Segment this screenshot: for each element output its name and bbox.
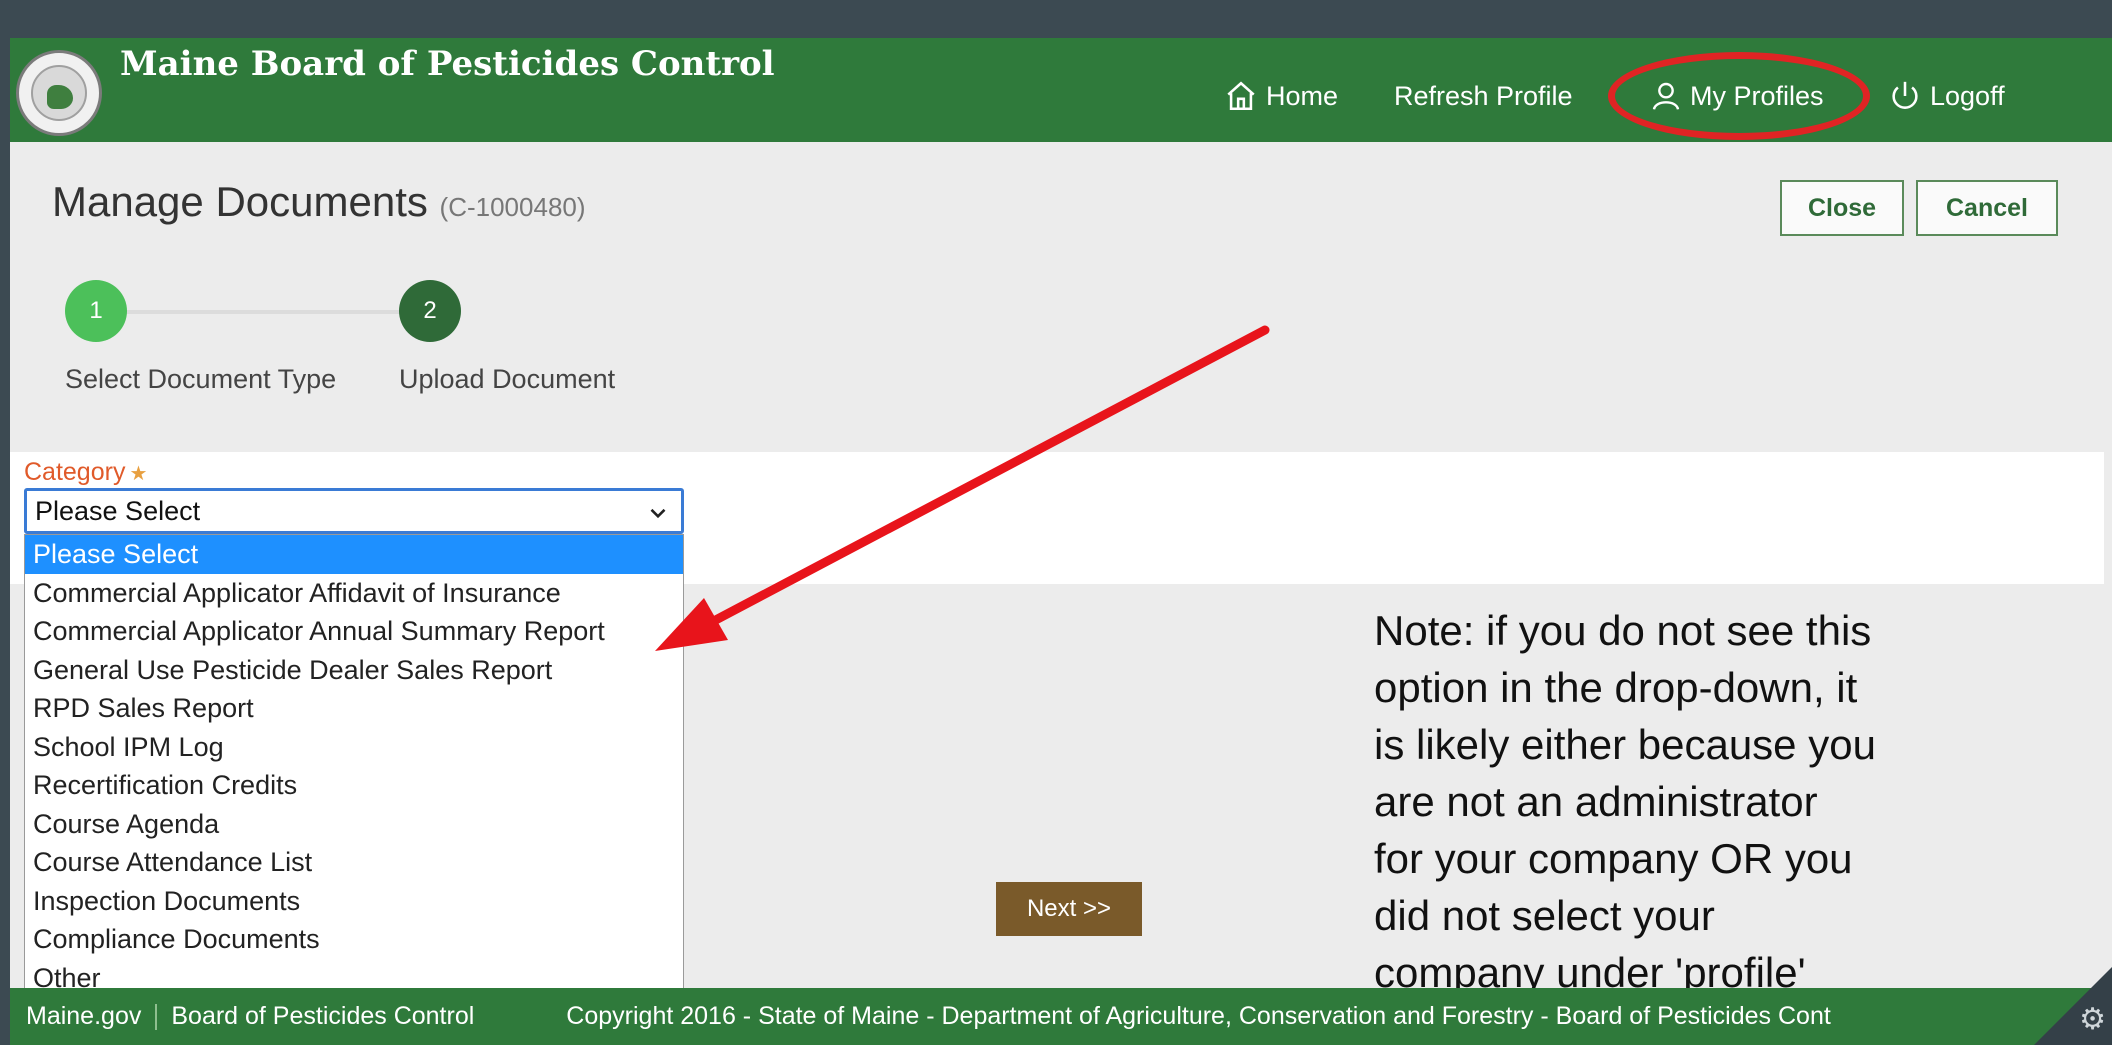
page-title: Manage Documents (C-1000480) (52, 178, 586, 226)
annotation-note: Note: if you do not see this option in t… (1374, 602, 1954, 1001)
footer-link-bpc[interactable]: Board of Pesticides Control (171, 1002, 474, 1030)
dropdown-option[interactable]: General Use Pesticide Dealer Sales Repor… (25, 651, 683, 690)
seal-map-icon (47, 85, 73, 109)
step-1-circle: 1 (65, 280, 127, 342)
page-title-text: Manage Documents (52, 178, 428, 225)
step-1-label: Select Document Type (65, 364, 337, 394)
category-select[interactable]: Please Select (24, 488, 684, 534)
dropdown-option[interactable]: Commercial Applicator Affidavit of Insur… (25, 574, 683, 613)
site-title: Maine Board of Pesticides Control (120, 44, 775, 84)
annotation-circle-my-profiles (1608, 52, 1870, 140)
category-select-value: Please Select (35, 496, 201, 526)
note-line: are not an administrator (1374, 778, 1818, 825)
step-2-label: Upload Document (399, 364, 616, 394)
step-connector (110, 310, 410, 314)
dropdown-option[interactable]: Inspection Documents (25, 882, 683, 921)
category-label: Category ★ (24, 458, 147, 487)
nav-home-label: Home (1266, 81, 1339, 111)
dropdown-option[interactable]: School IPM Log (25, 728, 683, 767)
site-header: Maine Board of Pesticides Control Home R… (10, 38, 2112, 142)
close-button[interactable]: Close (1780, 180, 1904, 236)
cancel-button[interactable]: Cancel (1916, 180, 2058, 236)
category-label-text: Category (24, 458, 126, 486)
next-button[interactable]: Next >> (996, 882, 1142, 936)
power-icon (1892, 81, 1918, 109)
footer-link-maine-gov[interactable]: Maine.gov (26, 1002, 141, 1030)
home-icon (1227, 81, 1255, 111)
required-star-icon: ★ (129, 463, 148, 485)
note-line: Note: if you do not see this (1374, 607, 1872, 654)
category-dropdown-list[interactable]: Please Select Commercial Applicator Affi… (24, 534, 684, 998)
footer-copyright: Copyright 2016 - State of Maine - Depart… (566, 1002, 1831, 1030)
site-footer: Maine.gov Board of Pesticides Control Copy… (10, 988, 2112, 1045)
nav-refresh-label: Refresh Profile (1394, 81, 1573, 111)
footer-divider (155, 1004, 158, 1031)
note-line: did not select your (1374, 892, 1715, 939)
dropdown-option[interactable]: Please Select (25, 535, 683, 574)
note-line: option in the drop-down, it (1374, 664, 1858, 711)
record-id: (C-1000480) (439, 192, 586, 222)
seal-inner (31, 65, 87, 121)
dropdown-option[interactable]: Compliance Documents (25, 920, 683, 959)
dropdown-option[interactable]: Course Attendance List (25, 843, 683, 882)
note-line: for your company OR you (1374, 835, 1853, 882)
nav-refresh-profile[interactable]: Refresh Profile (1394, 76, 1573, 116)
board-seal-logo[interactable] (16, 50, 102, 136)
note-line: is likely either because you (1374, 721, 1876, 768)
app-window: Maine Board of Pesticides Control Home R… (10, 8, 2112, 1045)
dropdown-option[interactable]: RPD Sales Report (25, 689, 683, 728)
top-strip (10, 8, 2112, 38)
nav-logoff-label: Logoff (1930, 81, 2005, 111)
nav-logoff[interactable]: Logoff (1888, 76, 2005, 116)
chevron-down-icon (650, 508, 666, 519)
dropdown-option[interactable]: Recertification Credits (25, 766, 683, 805)
dropdown-option[interactable]: Commercial Applicator Annual Summary Rep… (25, 612, 683, 651)
step-2-circle: 2 (399, 280, 461, 342)
dropdown-option[interactable]: Course Agenda (25, 805, 683, 844)
nav-home[interactable]: Home (1224, 76, 1338, 116)
gear-icon[interactable]: ⚙ (2079, 1002, 2106, 1037)
